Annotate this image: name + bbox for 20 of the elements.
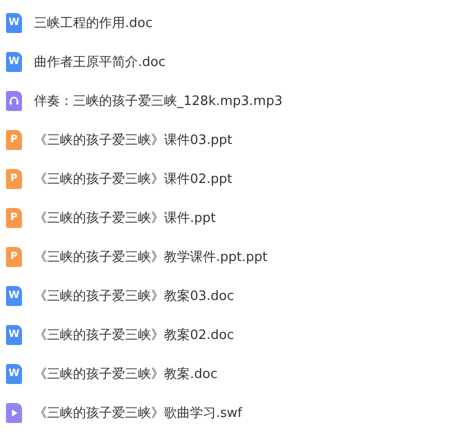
file-name[interactable]: 《三峡的孩子爱三峡》教案02.doc [34, 326, 234, 344]
file-icon: W [6, 364, 22, 384]
file-icon: P [6, 208, 22, 228]
file-name[interactable]: 《三峡的孩子爱三峡》课件02.ppt [34, 170, 232, 188]
file-name[interactable]: 《三峡的孩子爱三峡》歌曲学习.swf [34, 404, 242, 422]
file-icon: P [6, 246, 22, 266]
file-name[interactable]: 《三峡的孩子爱三峡》课件.ppt [34, 208, 216, 226]
file-name[interactable]: 《三峡的孩子爱三峡》教学课件.ppt.ppt [34, 248, 268, 266]
file-icon: W [6, 286, 22, 306]
file-name[interactable]: 《三峡的孩子爱三峡》课件03.ppt [34, 130, 232, 148]
file-icon: W [6, 12, 22, 32]
file-icon: W [6, 52, 22, 72]
file-name[interactable]: 《三峡的孩子爱三峡》教案03.doc [34, 286, 234, 304]
file-name[interactable]: 曲作者王原平简介.doc [34, 52, 166, 70]
file-name[interactable]: 三峡工程的作用.doc [34, 14, 152, 32]
file-icon: P [6, 168, 22, 188]
file-name[interactable]: 伴奏：三峡的孩子爱三峡_128k.mp3.mp3 [34, 92, 282, 110]
file-name[interactable]: 《三峡的孩子爱三峡》教案.doc [34, 364, 218, 382]
file-icon: W [6, 324, 22, 344]
file-icon: P [6, 130, 22, 150]
